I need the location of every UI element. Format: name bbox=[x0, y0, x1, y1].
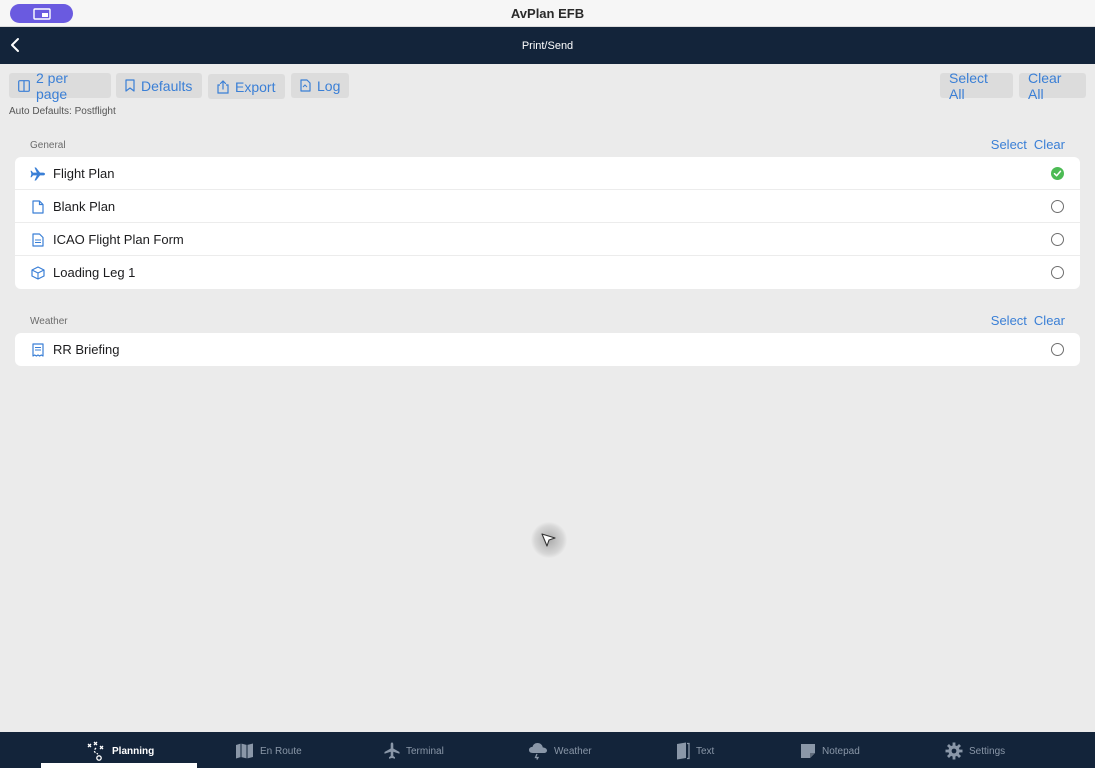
general-card: Flight Plan Blank Plan ICAO Flight Plan … bbox=[15, 157, 1080, 289]
list-item-flight-plan[interactable]: Flight Plan bbox=[15, 157, 1080, 190]
tab-label: Text bbox=[696, 745, 715, 757]
checkmark-circle-icon[interactable] bbox=[1051, 167, 1064, 180]
active-tab-indicator bbox=[41, 763, 197, 768]
per-page-button[interactable]: 2 per page bbox=[9, 70, 111, 102]
box-icon bbox=[30, 265, 46, 281]
list-item-loading-leg[interactable]: Loading Leg 1 bbox=[15, 256, 1080, 289]
bottom-tab-bar: Planning En Route Terminal Weather Text … bbox=[0, 732, 1095, 768]
item-label: RR Briefing bbox=[53, 342, 120, 357]
item-label: Blank Plan bbox=[53, 199, 116, 214]
item-label: Flight Plan bbox=[53, 166, 115, 181]
list-item-blank-plan[interactable]: Blank Plan bbox=[15, 190, 1080, 223]
export-label: Export bbox=[235, 78, 276, 95]
pointer-cursor-icon bbox=[531, 522, 567, 558]
select-all-label: Select All bbox=[949, 69, 988, 102]
planning-icon bbox=[87, 741, 104, 761]
weather-card: RR Briefing bbox=[15, 333, 1080, 366]
columns-icon bbox=[18, 79, 30, 92]
document-icon bbox=[30, 199, 46, 215]
tab-notepad[interactable]: Notepad bbox=[800, 741, 860, 761]
nav-bar: Print/Send bbox=[0, 27, 1095, 64]
radio-unchecked-icon[interactable] bbox=[1051, 233, 1064, 246]
section-label-general: General bbox=[30, 140, 66, 151]
radio-unchecked-icon[interactable] bbox=[1051, 343, 1064, 356]
tab-label: Settings bbox=[969, 745, 1006, 757]
tab-en-route[interactable]: En Route bbox=[235, 741, 302, 761]
share-icon bbox=[217, 79, 229, 94]
defaults-button[interactable]: Defaults bbox=[116, 73, 202, 98]
defaults-label: Defaults bbox=[141, 77, 193, 94]
section-label-weather: Weather bbox=[30, 316, 68, 327]
title-bar: AvPlan EFB bbox=[0, 0, 1095, 27]
map-icon bbox=[236, 743, 253, 759]
tab-label: Weather bbox=[554, 745, 592, 757]
radio-unchecked-icon[interactable] bbox=[1051, 266, 1064, 279]
section-actions-general: Select Clear bbox=[991, 137, 1065, 152]
log-button[interactable]: Log bbox=[291, 73, 349, 98]
receipt-icon bbox=[30, 342, 46, 358]
section-actions-weather: Select Clear bbox=[991, 313, 1065, 328]
tab-terminal[interactable]: Terminal bbox=[384, 741, 444, 761]
tab-label: Notepad bbox=[822, 745, 860, 757]
select-all-button[interactable]: Select All bbox=[940, 70, 1013, 102]
tab-weather[interactable]: Weather bbox=[528, 741, 592, 761]
book-icon bbox=[677, 742, 690, 760]
export-button[interactable]: Export bbox=[208, 74, 285, 99]
tab-label: En Route bbox=[260, 745, 302, 757]
notepad-icon bbox=[801, 744, 815, 758]
tab-settings[interactable]: Settings bbox=[945, 741, 1005, 761]
item-label: ICAO Flight Plan Form bbox=[53, 232, 184, 247]
per-page-label: 2 per page bbox=[36, 69, 68, 102]
general-select-link[interactable]: Select bbox=[991, 137, 1027, 152]
radio-unchecked-icon[interactable] bbox=[1051, 200, 1064, 213]
log-label: Log bbox=[317, 77, 341, 94]
bookmark-icon bbox=[125, 79, 135, 92]
tab-planning[interactable]: Planning bbox=[86, 741, 154, 761]
airplane-icon bbox=[30, 166, 46, 182]
airplane-icon bbox=[384, 742, 400, 759]
weather-clear-link[interactable]: Clear bbox=[1034, 313, 1065, 328]
log-document-icon bbox=[300, 79, 311, 92]
document-text-icon bbox=[30, 232, 46, 248]
gear-icon bbox=[945, 742, 963, 760]
cloud-icon bbox=[529, 743, 547, 760]
clear-all-button[interactable]: Clear All bbox=[1019, 70, 1086, 102]
nav-title: Print/Send bbox=[521, 40, 574, 52]
list-item-icao-form[interactable]: ICAO Flight Plan Form bbox=[15, 223, 1080, 256]
list-item-rr-briefing[interactable]: RR Briefing bbox=[15, 333, 1080, 366]
clear-all-label: Clear All bbox=[1028, 69, 1062, 102]
tab-label: Terminal bbox=[406, 745, 444, 757]
weather-select-link[interactable]: Select bbox=[991, 313, 1027, 328]
general-clear-link[interactable]: Clear bbox=[1034, 137, 1065, 152]
tab-text[interactable]: Text bbox=[676, 741, 714, 761]
app-title: AvPlan EFB bbox=[510, 6, 585, 21]
tab-label: Planning bbox=[112, 745, 155, 757]
item-label: Loading Leg 1 bbox=[53, 265, 136, 280]
auto-defaults-text: Auto Defaults: Postflight bbox=[9, 106, 116, 117]
